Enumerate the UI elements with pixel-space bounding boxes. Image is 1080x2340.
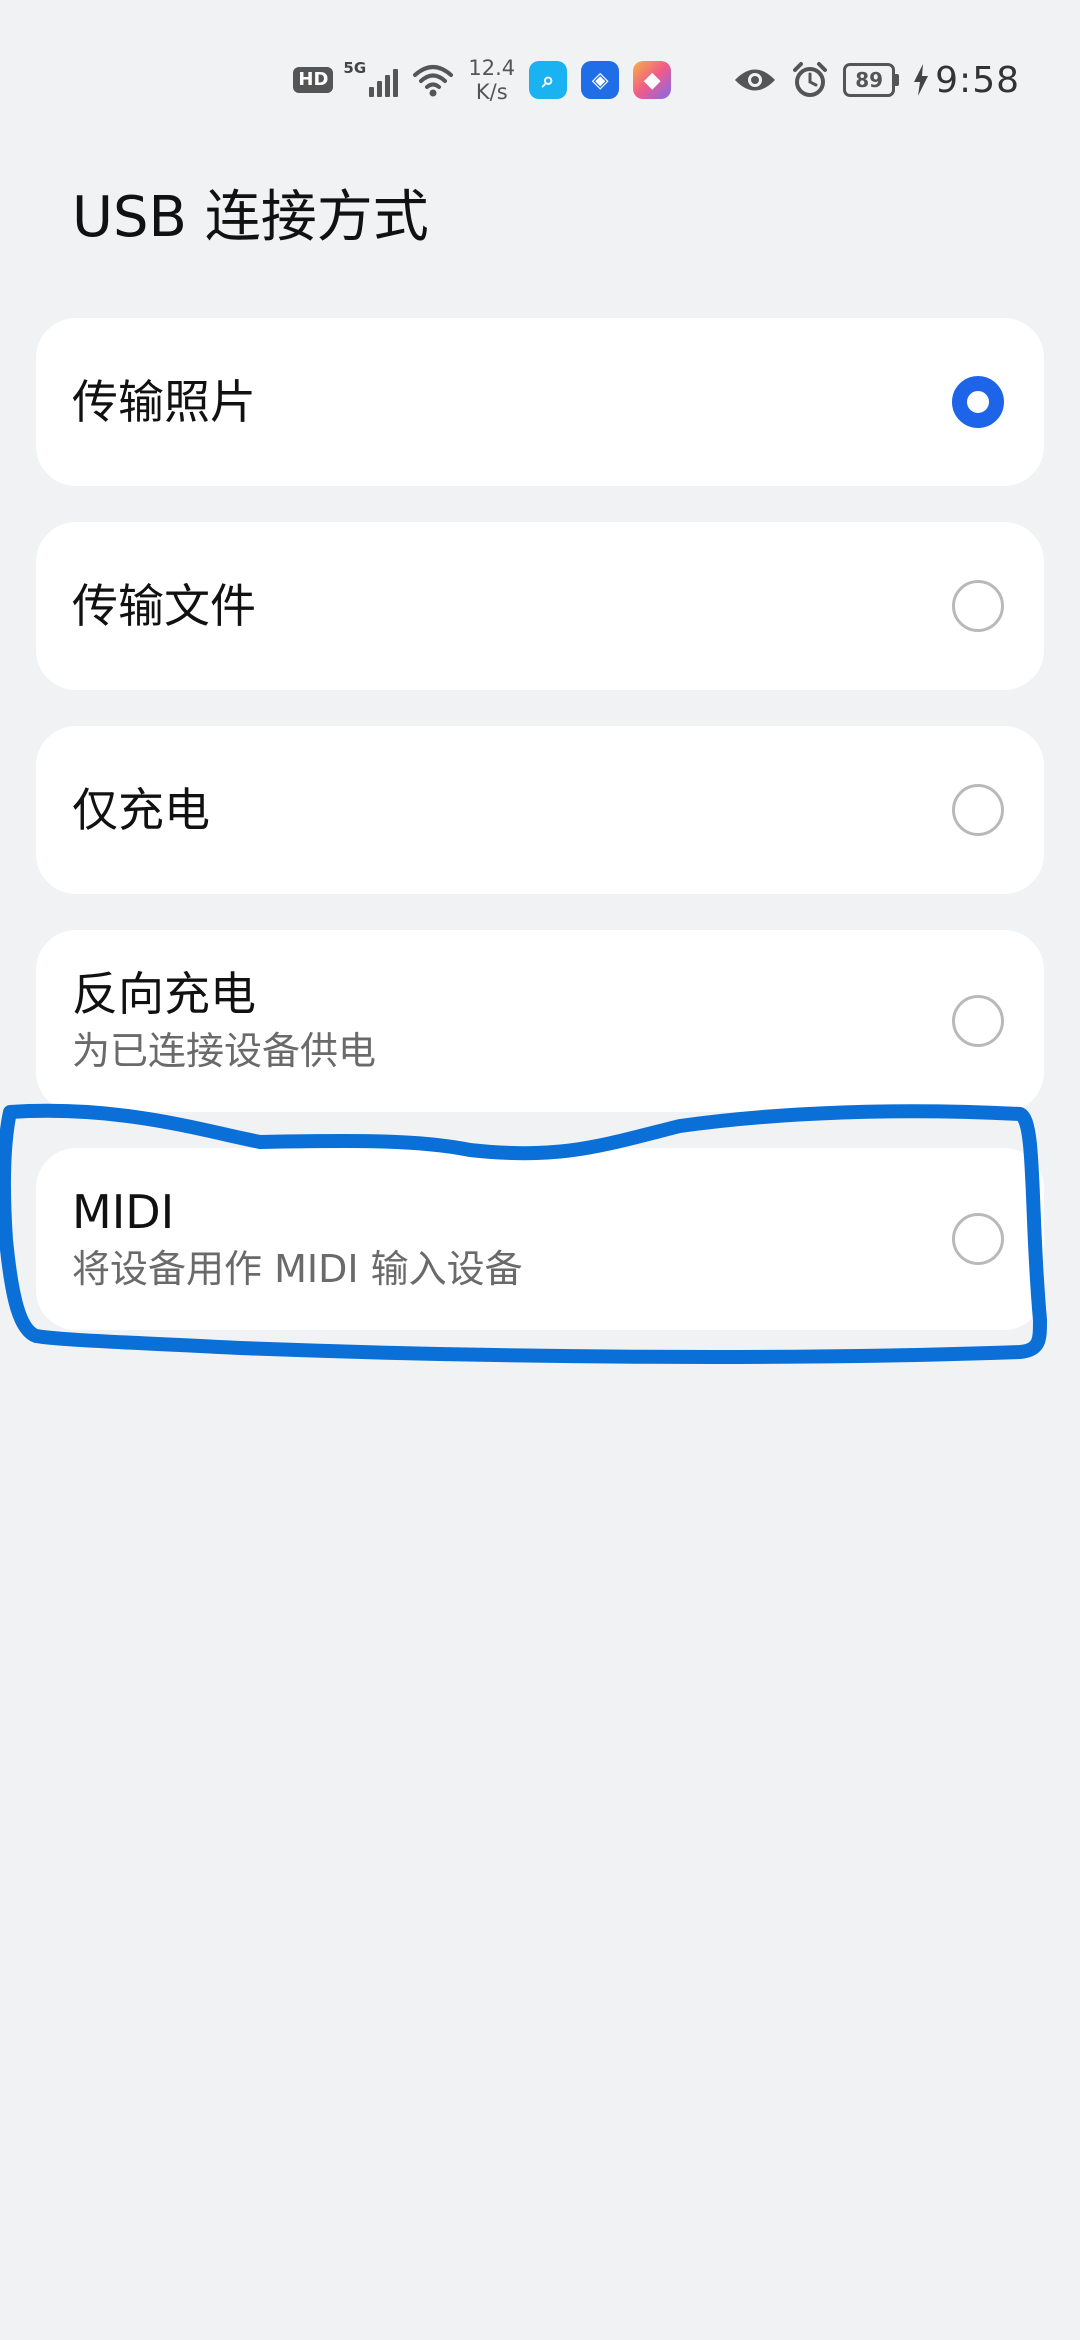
network-speed: 12.4 K/s (468, 56, 515, 104)
option-label: 反向充电 (72, 967, 256, 1021)
option-reverse-charging[interactable]: 反向充电 为已连接设备供电 (36, 930, 1044, 1112)
wifi-icon (413, 65, 454, 97)
battery-icon: 89 (843, 63, 900, 97)
network-type-label: 5G (343, 59, 367, 77)
option-midi[interactable]: MIDI 将设备用作 MIDI 输入设备 (36, 1148, 1044, 1330)
option-description: 将设备用作 MIDI 输入设备 (72, 1247, 523, 1291)
option-label: 传输照片 (72, 375, 256, 429)
option-charge-only[interactable]: 仅充电 (36, 726, 1044, 894)
network-speed-value: 12.4 (468, 56, 516, 80)
status-time: 9:58 (935, 59, 1020, 101)
alarm-icon (793, 62, 828, 97)
option-transfer-files[interactable]: 传输文件 (36, 522, 1044, 690)
page-title: USB 连接方式 (72, 185, 429, 250)
app-icon: ◆ (633, 61, 672, 99)
battery-level: 89 (843, 63, 896, 97)
radio-button-selected[interactable] (952, 376, 1004, 428)
hd-voice-icon: HD (293, 67, 334, 93)
charging-icon (914, 64, 929, 96)
option-label: 传输文件 (72, 579, 256, 633)
option-label: MIDI (72, 1185, 175, 1239)
cellular-signal-icon: 5G (343, 59, 399, 97)
eye-icon (735, 69, 776, 91)
radio-button[interactable] (952, 580, 1004, 632)
radio-button[interactable] (952, 995, 1004, 1047)
search-icon: ⌕ (529, 61, 568, 99)
radio-button[interactable] (952, 1213, 1004, 1265)
option-transfer-photos[interactable]: 传输照片 (36, 318, 1044, 486)
radio-button[interactable] (952, 784, 1004, 836)
option-label: 仅充电 (72, 783, 210, 837)
lightbulb-icon: ◈ (581, 61, 620, 99)
option-description: 为已连接设备供电 (72, 1029, 377, 1073)
status-bar: HD 5G 12.4 K/s ⌕ ◈ ◆ 89 9:58 (293, 52, 1020, 108)
network-speed-unit: K/s (475, 80, 508, 104)
